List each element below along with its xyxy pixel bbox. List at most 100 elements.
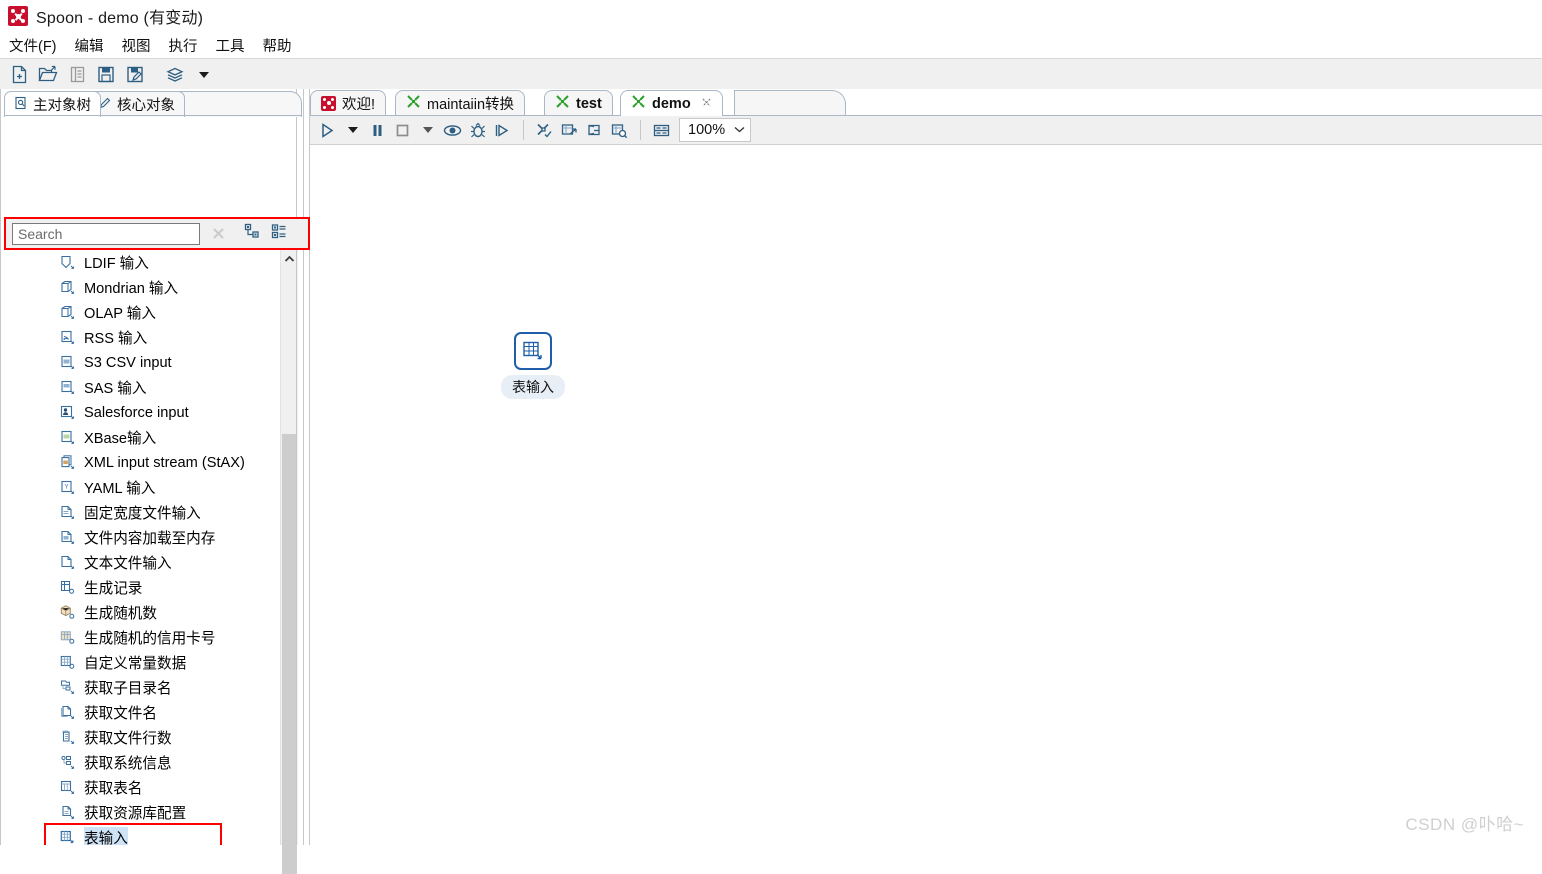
tree-item[interactable]: 文本文件输入 bbox=[6, 550, 286, 575]
tree-item-label: RSS 输入 bbox=[84, 331, 148, 347]
tree-item[interactable]: 获取子目录名 bbox=[6, 675, 286, 700]
stop-dropdown-icon[interactable] bbox=[416, 118, 439, 142]
tree-item[interactable]: 获取文件名 bbox=[6, 700, 286, 725]
zoom-select[interactable]: 100% bbox=[679, 118, 752, 142]
close-icon[interactable] bbox=[701, 96, 712, 112]
new-file-icon[interactable] bbox=[6, 63, 32, 87]
tree-item[interactable]: S3 CSV input bbox=[6, 350, 286, 375]
spoon-logo-icon bbox=[321, 95, 336, 112]
tree-item[interactable]: XBase输入 bbox=[6, 425, 286, 450]
explore-database-icon[interactable] bbox=[608, 118, 631, 142]
panel-splitter[interactable] bbox=[303, 89, 304, 845]
tree-item-label: 文本文件输入 bbox=[84, 556, 172, 572]
run-icon[interactable] bbox=[316, 118, 339, 142]
editor-tab-filler bbox=[734, 90, 846, 116]
menu-tools[interactable]: 工具 bbox=[216, 35, 245, 56]
scrollbar-thumb[interactable] bbox=[282, 434, 297, 874]
explore-repository-icon[interactable] bbox=[64, 63, 90, 87]
get-system-info-icon bbox=[58, 753, 77, 772]
tree-item[interactable]: 自定义常量数据 bbox=[6, 650, 286, 675]
tab-welcome[interactable]: 欢迎! bbox=[310, 90, 387, 116]
menu-file[interactable]: 文件(F) bbox=[9, 35, 57, 56]
core-objects-tree[interactable]: LDIF 输入 Mondrian 输入 OLAP 输入 RSS 输入 S3 CS… bbox=[6, 250, 308, 845]
tree-item[interactable]: XML input stream (StAX) bbox=[6, 450, 286, 475]
yaml-input-icon: Y bbox=[58, 478, 77, 497]
layers-icon[interactable] bbox=[162, 63, 188, 87]
generate-sql-icon[interactable] bbox=[583, 118, 606, 142]
tree-item[interactable]: 获取系统信息 bbox=[6, 750, 286, 775]
chevron-down-icon[interactable] bbox=[733, 121, 746, 139]
main-body: 主对象树 核心对象 Search LDIF 输入 Mondrian 输入 OLA… bbox=[0, 89, 1542, 874]
tree-item-label: 生成随机的信用卡号 bbox=[84, 631, 216, 647]
watermark: CSDN @卟哈~ bbox=[1405, 815, 1524, 834]
replay-icon[interactable] bbox=[491, 118, 514, 142]
tab-demo[interactable]: demo bbox=[620, 90, 723, 116]
tree-item[interactable]: 获取表名 bbox=[6, 775, 286, 800]
debug-icon[interactable] bbox=[466, 118, 489, 142]
run-dropdown-icon[interactable] bbox=[341, 118, 364, 142]
tree-item[interactable]: OLAP 输入 bbox=[6, 300, 286, 325]
tree-item[interactable]: Salesforce input bbox=[6, 400, 286, 425]
generate-rows-icon bbox=[58, 578, 77, 597]
load-file-content-icon bbox=[58, 528, 77, 547]
fixed-width-file-input-icon bbox=[58, 503, 77, 522]
preview-icon[interactable] bbox=[441, 118, 464, 142]
show-grid-icon[interactable] bbox=[650, 118, 673, 142]
tab-test[interactable]: test bbox=[544, 90, 613, 116]
tree-item-label: 文件内容加载至内存 bbox=[84, 531, 216, 547]
tree-item[interactable]: 123 获取文件行数 bbox=[6, 725, 286, 750]
tree-item[interactable]: 生成随机数 bbox=[6, 600, 286, 625]
tree-item[interactable]: 生成记录 bbox=[6, 575, 286, 600]
sas-input-icon bbox=[58, 378, 77, 397]
transformation-icon bbox=[631, 94, 646, 113]
menu-run[interactable]: 执行 bbox=[169, 35, 198, 56]
tree-item[interactable]: Y YAML 输入 bbox=[6, 475, 286, 500]
tree-item-label: SAS 输入 bbox=[84, 381, 147, 397]
save-icon[interactable] bbox=[93, 63, 119, 87]
analyse-impact-icon[interactable] bbox=[558, 118, 581, 142]
tree-item[interactable]: SAS 输入 bbox=[6, 375, 286, 400]
window-title: Spoon - demo (有变动) bbox=[36, 10, 204, 27]
tree-item[interactable]: Mondrian 输入 bbox=[6, 275, 286, 300]
left-panel: 主对象树 核心对象 Search LDIF 输入 Mondrian 输入 OLA… bbox=[0, 89, 310, 874]
pause-icon[interactable] bbox=[366, 118, 389, 142]
left-tab-filler bbox=[170, 91, 302, 117]
tree-item[interactable]: 获取资源库配置 bbox=[6, 800, 286, 825]
tree-item[interactable]: LDIF 输入 bbox=[6, 250, 286, 275]
save-as-icon[interactable] bbox=[122, 63, 148, 87]
tab-main-object-tree-label: 主对象树 bbox=[33, 98, 91, 114]
tab-main-object-tree[interactable]: 主对象树 bbox=[4, 91, 101, 117]
transformation-icon bbox=[555, 94, 570, 113]
tab-core-objects[interactable]: 核心对象 bbox=[88, 91, 185, 117]
tree-item[interactable]: 生成随机的信用卡号 bbox=[6, 625, 286, 650]
tree-item[interactable]: 固定宽度文件输入 bbox=[6, 500, 286, 525]
tree-right-edge bbox=[296, 89, 297, 845]
tree-item-label: 生成随机数 bbox=[84, 606, 157, 622]
tree-item[interactable]: 文件内容加载至内存 bbox=[6, 525, 286, 550]
tree-item-label: XBase输入 bbox=[84, 431, 157, 447]
tree-item-label: 获取子目录名 bbox=[84, 681, 172, 697]
verify-icon[interactable] bbox=[533, 118, 556, 142]
menu-help[interactable]: 帮助 bbox=[263, 35, 292, 56]
open-file-icon[interactable] bbox=[35, 63, 61, 87]
transformation-canvas[interactable]: 表输入 bbox=[310, 145, 1542, 845]
xml-stax-input-icon bbox=[58, 453, 77, 472]
chevron-down-icon[interactable] bbox=[191, 63, 217, 87]
rss-input-icon bbox=[58, 328, 77, 347]
tree-item-table-input[interactable]: 表输入 bbox=[6, 825, 286, 845]
tree-item[interactable]: RSS 输入 bbox=[6, 325, 286, 350]
tree-items-container: LDIF 输入 Mondrian 输入 OLAP 输入 RSS 输入 S3 CS… bbox=[6, 250, 286, 845]
tree-item-label: LDIF 输入 bbox=[84, 256, 149, 272]
tree-item-label: OLAP 输入 bbox=[84, 306, 156, 322]
tree-item-label: 生成记录 bbox=[84, 581, 143, 597]
spoon-logo-icon bbox=[8, 6, 28, 26]
spoon-application-window: Spoon - demo (有变动) 文件(F) 编辑 视图 执行 工具 帮助 bbox=[0, 0, 1542, 874]
canvas-step-table-input[interactable]: 表输入 bbox=[501, 332, 565, 399]
generate-credit-card-icon bbox=[58, 628, 77, 647]
menu-view[interactable]: 视图 bbox=[122, 35, 151, 56]
tab-welcome-label: 欢迎! bbox=[342, 97, 376, 113]
tab-maintaiin[interactable]: maintaiin转换 bbox=[395, 90, 526, 116]
menu-edit[interactable]: 编辑 bbox=[75, 35, 104, 56]
stop-icon[interactable] bbox=[391, 118, 414, 142]
tree-item-label: 获取文件行数 bbox=[84, 731, 172, 747]
